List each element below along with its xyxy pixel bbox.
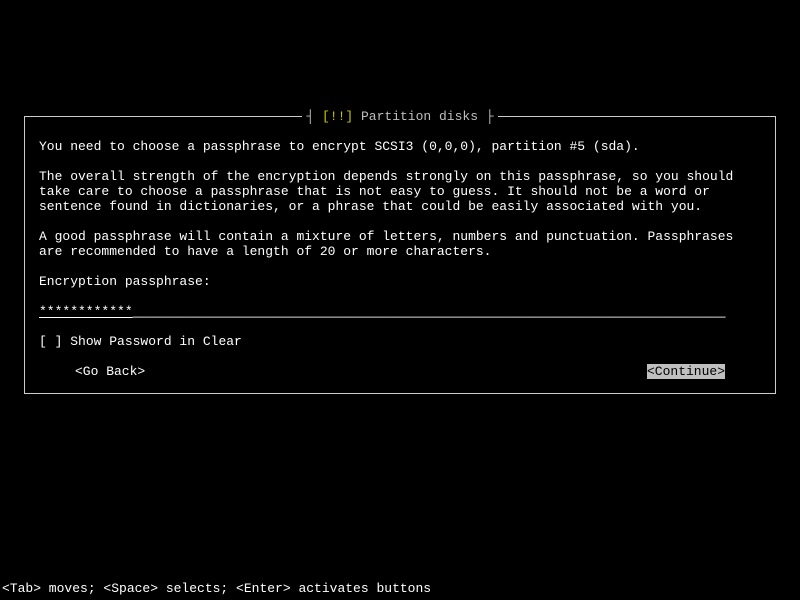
title-frame-right: ├ (486, 109, 494, 124)
intro-paragraph-3: A good passphrase will contain a mixture… (39, 229, 761, 259)
intro-paragraph-1: You need to choose a passphrase to encry… (39, 139, 761, 154)
intro-paragraph-2: The overall strength of the encryption d… (39, 169, 761, 214)
show-password-label: Show Password in Clear (70, 334, 242, 349)
passphrase-masked-value: ************ (39, 304, 133, 319)
passphrase-prompt-label: Encryption passphrase: (39, 274, 761, 289)
keyboard-help-bar: <Tab> moves; <Space> selects; <Enter> ac… (2, 581, 431, 596)
title-frame-left: ┤ (306, 109, 322, 124)
title-alert-marker: [!!] (322, 109, 353, 124)
go-back-button[interactable]: <Go Back> (75, 364, 145, 379)
title-text: Partition disks (353, 109, 486, 124)
dialog-title: ┤ [!!] Partition disks ├ (25, 109, 775, 124)
passphrase-input[interactable]: ************____________________________… (39, 304, 761, 319)
show-password-checkbox[interactable]: [ ] Show Password in Clear (39, 334, 761, 349)
partition-disks-dialog: ┤ [!!] Partition disks ├ You need to cho… (24, 116, 776, 394)
checkbox-indicator: [ ] (39, 334, 70, 349)
passphrase-fill: ________________________________________… (133, 304, 726, 319)
dialog-button-row: <Go Back> <Continue> (39, 364, 761, 379)
continue-button[interactable]: <Continue> (647, 364, 725, 379)
